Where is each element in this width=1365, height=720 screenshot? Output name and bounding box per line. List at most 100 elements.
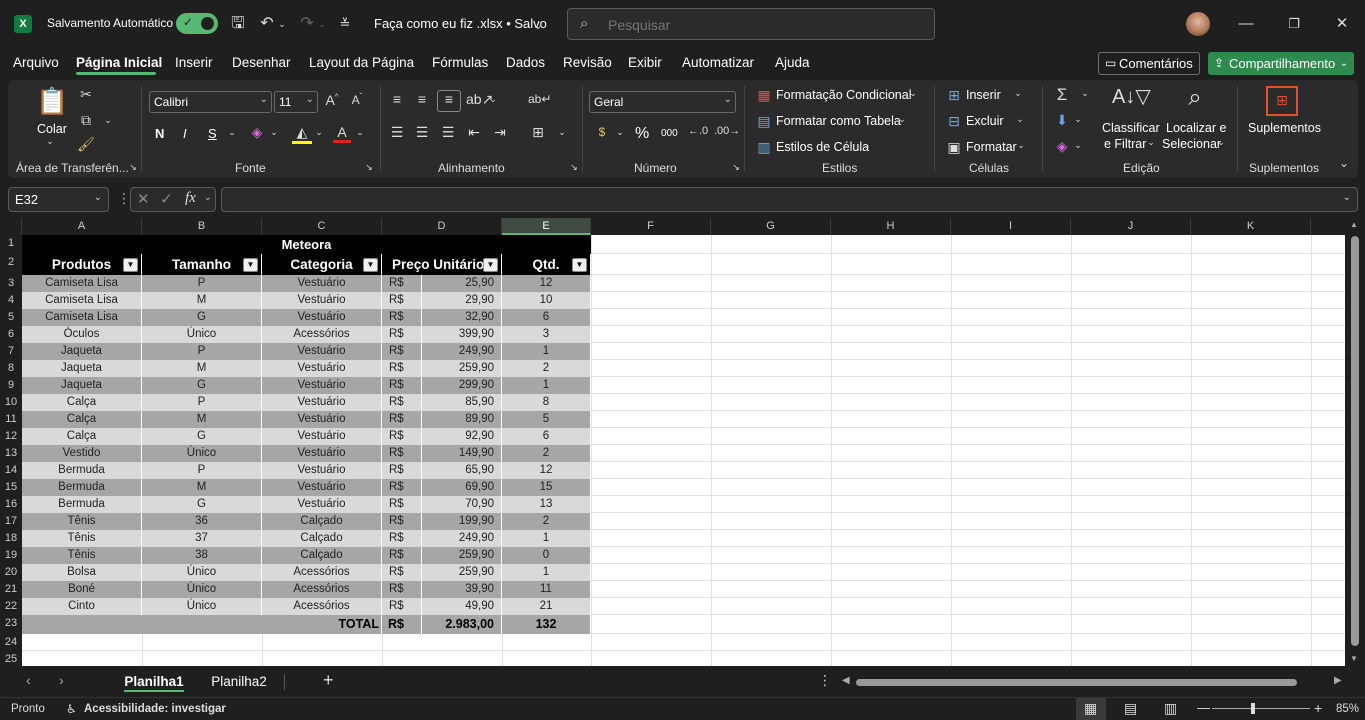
chevron-down-icon[interactable]: ⌄ [44,136,56,147]
accounting-format-icon[interactable]: $ [592,125,612,139]
table-cell[interactable]: 49,90 [422,598,502,615]
table-cell[interactable]: Vestuário [262,462,382,479]
table-cell[interactable]: Acessórios [262,326,382,343]
table-cell[interactable]: R$ [382,428,422,445]
table-cell[interactable]: R$ [382,530,422,547]
column-header[interactable]: C [262,218,382,235]
chevron-down-icon[interactable]: ⌄ [226,127,238,138]
merge-center-icon[interactable]: ⊞ [528,124,548,141]
name-box[interactable]: E32 ⌄ [8,187,109,212]
table-row[interactable]: Tênis 38 Calçado R$ 259,90 0 [22,547,591,564]
table-cell[interactable]: R$ [382,394,422,411]
table-cell[interactable]: 38 [142,547,262,564]
row-header[interactable]: 21 [0,581,22,598]
cell-styles-icon[interactable]: ▥ [756,139,772,156]
format-painter-icon[interactable]: 🖌 [76,136,96,153]
tab-arquivo[interactable]: Arquivo [13,55,59,70]
table-row[interactable]: Tênis 37 Calçado R$ 249,90 1 [22,530,591,547]
tab-revisao[interactable]: Revisão [563,55,612,70]
column-header[interactable]: A [22,218,142,235]
clear-icon[interactable]: ◈ [1052,138,1072,155]
row-header[interactable]: 18 [0,530,22,547]
align-center-icon[interactable]: ☰ [413,124,431,141]
more-options-icon[interactable]: ⋮ [818,672,832,689]
accessibility-icon[interactable]: ♿ [66,702,77,716]
decrease-indent-icon[interactable]: ⇤ [465,124,483,141]
filter-dropdown-icon[interactable]: ▼ [243,258,258,272]
zoom-slider[interactable] [1212,708,1310,709]
table-cell[interactable]: Vestuário [262,445,382,462]
next-sheet-icon[interactable]: › [59,672,64,688]
table-cell[interactable]: Acessórios [262,581,382,598]
table-cell[interactable]: 37 [142,530,262,547]
table-cell[interactable]: Acessórios [262,598,382,615]
table-cell[interactable]: R$ [382,598,422,615]
table-cell[interactable]: Único [142,581,262,598]
page-layout-icon[interactable]: ▤ [1124,700,1137,717]
row-header[interactable]: 24 [0,634,22,651]
sheet-tab-planilha2[interactable]: Planilha2 [200,668,278,695]
table-row[interactable]: Óculos Único Acessórios R$ 399,90 3 [22,326,591,343]
table-cell[interactable]: 299,90 [422,377,502,394]
column-header-selected[interactable]: E [502,218,591,235]
conditional-formatting-button[interactable]: Formatação Condicional [776,88,912,102]
row-header[interactable]: 2 [0,254,22,271]
avatar[interactable] [1186,12,1210,36]
table-cell[interactable]: Acessórios [262,564,382,581]
close-icon[interactable]: ✕ [1330,12,1354,36]
table-cell[interactable]: R$ [382,513,422,530]
table-cell[interactable]: 2 [502,445,591,462]
chevron-down-icon[interactable]: ⌄ [1072,140,1084,151]
table-row[interactable]: Cinto Único Acessórios R$ 49,90 21 [22,598,591,615]
table-cell[interactable]: 0 [502,547,591,564]
cell-styles-button[interactable]: Estilos de Célula [776,140,869,154]
save-icon[interactable]: 🖫 [227,13,249,35]
table-cell[interactable]: Tênis [22,513,142,530]
chevron-down-icon[interactable]: ⌄ [487,94,499,105]
align-right-icon[interactable]: ☰ [439,124,457,141]
table-cell[interactable]: 92,90 [422,428,502,445]
table-cell[interactable]: 8 [502,394,591,411]
filter-dropdown-icon[interactable]: ▼ [363,258,378,272]
row-header[interactable]: 17 [0,513,22,530]
table-cell[interactable]: Bermuda [22,462,142,479]
row-header[interactable]: 10 [0,394,22,411]
row-header[interactable]: 25 [0,651,22,668]
table-cell[interactable]: 15 [502,479,591,496]
row-header[interactable]: 4 [0,292,22,309]
column-header[interactable]: F [591,218,711,235]
table-cell[interactable]: 21 [502,598,591,615]
column-header[interactable]: J [1071,218,1191,235]
table-cell[interactable]: R$ [382,547,422,564]
table-cell[interactable]: Calça [22,394,142,411]
tab-dados[interactable]: Dados [506,55,545,70]
decrease-decimal-icon[interactable]: .00→ [714,125,740,137]
table-cell[interactable]: Calçado [262,530,382,547]
table-cell[interactable]: Vestuário [262,343,382,360]
conditional-formatting-icon[interactable]: ▦ [756,87,772,104]
table-cell[interactable]: Tênis [22,530,142,547]
align-bottom-icon[interactable]: ≡ [437,90,461,112]
table-cell[interactable]: R$ [382,292,422,309]
table-cell[interactable]: 249,90 [422,343,502,360]
table-cell[interactable]: 3 [502,326,591,343]
column-header[interactable]: H [831,218,951,235]
format-as-table-icon[interactable]: ▤ [756,113,772,130]
zoom-level[interactable]: 85% [1336,703,1359,715]
table-cell[interactable]: G [142,496,262,513]
format-cells-icon[interactable]: ▣ [946,139,962,156]
redo-icon[interactable]: ↷ [296,13,318,35]
chevron-down-icon[interactable]: ⌄ [614,127,626,138]
table-cell[interactable]: P [142,275,262,292]
row-header[interactable]: 15 [0,479,22,496]
zoom-slider-thumb[interactable] [1250,703,1255,714]
table-title[interactable]: Meteora [22,235,591,254]
font-size-select[interactable]: 11 ⌄ [274,91,318,113]
orientation-icon[interactable]: ab↗ [466,91,493,108]
cut-icon[interactable]: ✂ [76,86,96,103]
table-cell[interactable]: Vestuário [262,411,382,428]
prev-sheet-icon[interactable]: ‹ [26,672,31,688]
scroll-right-icon[interactable]: ▶ [1334,675,1342,686]
table-cell[interactable]: R$ [382,564,422,581]
table-cell[interactable]: Vestuário [262,394,382,411]
